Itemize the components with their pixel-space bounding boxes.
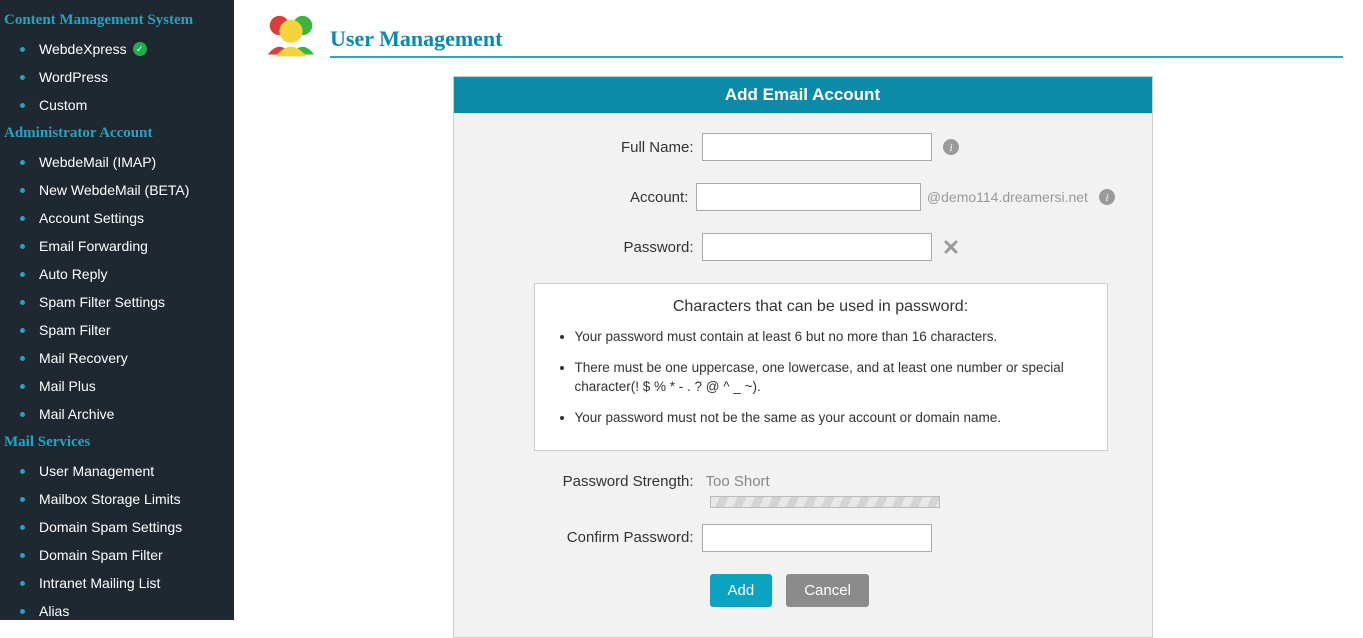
cancel-button[interactable]: Cancel xyxy=(786,574,869,607)
full-name-label: Full Name: xyxy=(490,139,702,156)
sidebar-item-label: Mailbox Storage Limits xyxy=(39,491,181,507)
confirm-password-input[interactable] xyxy=(702,524,932,552)
page-header: User Management xyxy=(262,12,1343,58)
sidebar-item-custom[interactable]: Custom xyxy=(0,91,234,119)
bullet-icon xyxy=(20,412,25,417)
add-email-account-panel: Add Email Account Full Name: i Account: … xyxy=(453,76,1153,638)
bullet-icon xyxy=(20,609,25,614)
bullet-icon xyxy=(20,160,25,165)
sidebar-item-mailbox-storage-limits[interactable]: Mailbox Storage Limits xyxy=(0,485,234,513)
password-strength-label: Password Strength: xyxy=(490,473,702,490)
info-icon[interactable]: i xyxy=(1098,188,1116,206)
sidebar-item-label: Alias xyxy=(39,603,69,619)
sidebar-item-alias[interactable]: Alias xyxy=(0,597,234,625)
bullet-icon xyxy=(20,300,25,305)
password-input[interactable] xyxy=(702,233,932,261)
password-strength-row: Password Strength: Too Short xyxy=(490,473,1116,490)
info-icon[interactable]: i xyxy=(942,138,960,156)
bullet-icon xyxy=(20,356,25,361)
sidebar-item-label: Email Forwarding xyxy=(39,238,148,254)
confirm-password-row: Confirm Password: xyxy=(490,524,1116,552)
password-rule: Your password must not be the same as yo… xyxy=(575,409,1089,428)
sidebar-item-label: WebdeXpress xyxy=(39,41,127,57)
account-row: Account: @demo114.dreamersi.net i xyxy=(490,183,1116,211)
sidebar-item-label: WebdeMail (IMAP) xyxy=(39,154,156,170)
bullet-icon xyxy=(20,469,25,474)
bullet-icon xyxy=(20,103,25,108)
clear-icon[interactable] xyxy=(942,238,960,256)
sidebar-item-domain-spam-settings[interactable]: Domain Spam Settings xyxy=(0,513,234,541)
bullet-icon xyxy=(20,525,25,530)
sidebar-item-webdemail-imap[interactable]: WebdeMail (IMAP) xyxy=(0,148,234,176)
account-label: Account: xyxy=(490,189,697,206)
sidebar-item-wordpress[interactable]: WordPress xyxy=(0,63,234,91)
bullet-icon xyxy=(20,216,25,221)
bullet-icon xyxy=(20,47,25,52)
sidebar-item-label: Domain Spam Settings xyxy=(39,519,182,535)
sidebar-item-label: Mail Recovery xyxy=(39,350,128,366)
sidebar-item-label: Domain Spam Filter xyxy=(39,547,163,563)
svg-text:i: i xyxy=(1105,192,1108,204)
button-row: Add Cancel xyxy=(710,574,1116,607)
sidebar-item-account-settings[interactable]: Account Settings xyxy=(0,204,234,232)
password-label: Password: xyxy=(490,239,702,256)
sidebar-item-label: WordPress xyxy=(39,69,108,85)
sidebar-item-label: Intranet Mailing List xyxy=(39,575,160,591)
sidebar-item-user-management[interactable]: User Management xyxy=(0,457,234,485)
main-content: User Management Add Email Account Full N… xyxy=(234,0,1363,620)
confirm-password-label: Confirm Password: xyxy=(490,529,702,546)
password-row: Password: xyxy=(490,233,1116,261)
password-rule: There must be one uppercase, one lowerca… xyxy=(575,359,1089,397)
sidebar-item-label: Mail Archive xyxy=(39,406,114,422)
sidebar-item-domain-spam-filter[interactable]: Domain Spam Filter xyxy=(0,541,234,569)
users-icon xyxy=(262,12,320,58)
bullet-icon xyxy=(20,328,25,333)
sidebar-nav: Content Management System WebdeXpress ✓ … xyxy=(0,0,234,620)
page-title: User Management xyxy=(330,26,1343,58)
panel-header: Add Email Account xyxy=(454,77,1152,113)
svg-text:i: i xyxy=(949,142,952,154)
password-rule: Your password must contain at least 6 bu… xyxy=(575,328,1089,347)
password-strength-value: Too Short xyxy=(706,473,770,490)
sidebar-item-mail-recovery[interactable]: Mail Recovery xyxy=(0,344,234,372)
add-button[interactable]: Add xyxy=(710,574,773,607)
sidebar-item-mail-archive[interactable]: Mail Archive xyxy=(0,400,234,428)
sidebar-item-intranet-mailing-list[interactable]: Intranet Mailing List xyxy=(0,569,234,597)
sidebar-item-label: Spam Filter xyxy=(39,322,111,338)
sidebar-item-label: User Management xyxy=(39,463,154,479)
account-input[interactable] xyxy=(696,183,921,211)
sidebar-item-mail-plus[interactable]: Mail Plus xyxy=(0,372,234,400)
sidebar-item-label: Account Settings xyxy=(39,210,144,226)
password-strength-bar xyxy=(710,496,940,508)
sidebar-item-spam-filter[interactable]: Spam Filter xyxy=(0,316,234,344)
password-rules-box: Characters that can be used in password:… xyxy=(534,283,1108,451)
bullet-icon xyxy=(20,188,25,193)
sidebar-item-webdexpress[interactable]: WebdeXpress ✓ xyxy=(0,35,234,63)
bullet-icon xyxy=(20,581,25,586)
sidebar-item-label: New WebdeMail (BETA) xyxy=(39,182,189,198)
full-name-row: Full Name: i xyxy=(490,133,1116,161)
sidebar-item-label: Auto Reply xyxy=(39,266,107,282)
sidebar-item-spam-filter-settings[interactable]: Spam Filter Settings xyxy=(0,288,234,316)
sidebar-section-cms: Content Management System xyxy=(0,6,234,35)
bullet-icon xyxy=(20,384,25,389)
sidebar-item-auto-reply[interactable]: Auto Reply xyxy=(0,260,234,288)
sidebar-item-label: Mail Plus xyxy=(39,378,96,394)
account-domain: @demo114.dreamersi.net xyxy=(927,189,1088,205)
sidebar-item-label: Custom xyxy=(39,97,87,113)
full-name-input[interactable] xyxy=(702,133,932,161)
check-icon: ✓ xyxy=(133,42,147,56)
sidebar-item-label: Spam Filter Settings xyxy=(39,294,165,310)
sidebar-section-mail-services: Mail Services xyxy=(0,428,234,457)
sidebar-section-admin: Administrator Account xyxy=(0,119,234,148)
bullet-icon xyxy=(20,497,25,502)
bullet-icon xyxy=(20,244,25,249)
sidebar-item-email-forwarding[interactable]: Email Forwarding xyxy=(0,232,234,260)
password-rules-title: Characters that can be used in password: xyxy=(553,298,1089,316)
sidebar-item-new-webdemail[interactable]: New WebdeMail (BETA) xyxy=(0,176,234,204)
bullet-icon xyxy=(20,272,25,277)
bullet-icon xyxy=(20,75,25,80)
bullet-icon xyxy=(20,553,25,558)
